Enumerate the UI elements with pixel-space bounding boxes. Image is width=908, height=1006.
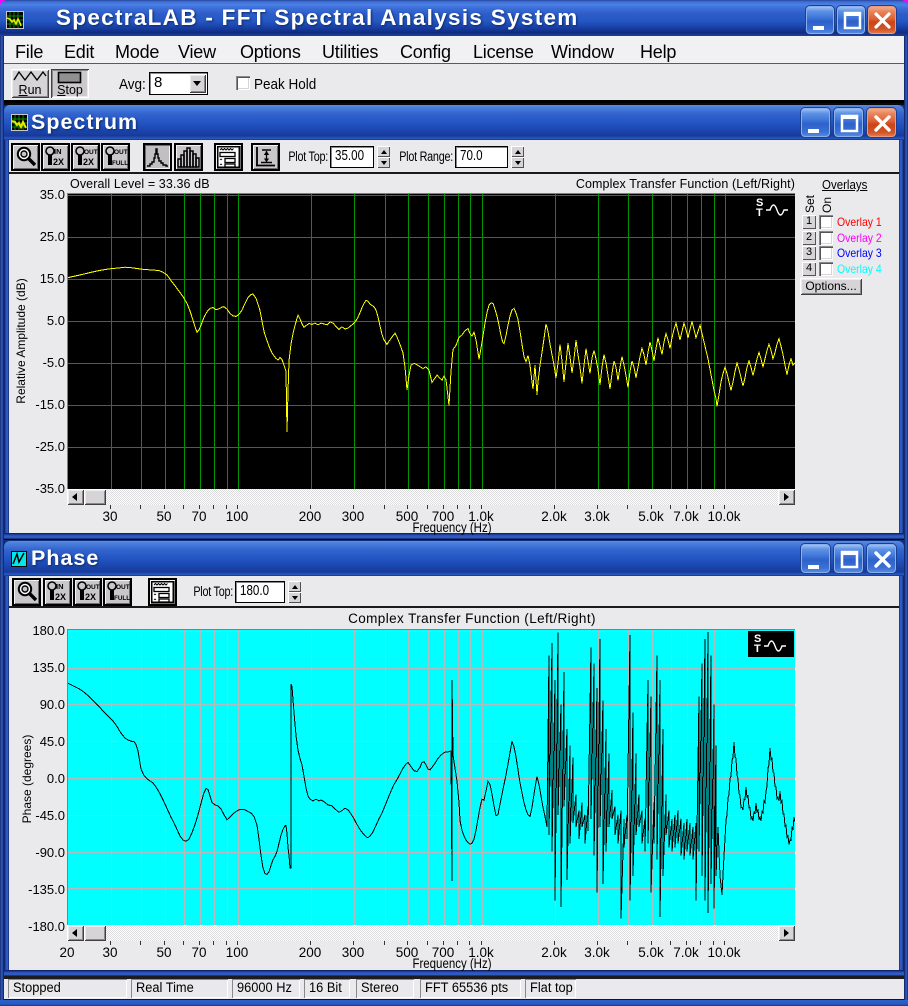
svg-text:FULL: FULL bbox=[114, 595, 130, 602]
svg-text:T: T bbox=[756, 207, 763, 219]
svg-text:FULL: FULL bbox=[112, 160, 128, 167]
svg-text:2X: 2X bbox=[53, 157, 64, 167]
svg-text:2X: 2X bbox=[83, 157, 94, 167]
svg-text:2X: 2X bbox=[85, 592, 96, 602]
svg-text:T: T bbox=[754, 643, 761, 655]
svg-text:OUT: OUT bbox=[86, 584, 100, 591]
svg-text:2X: 2X bbox=[55, 592, 66, 602]
svg-text:OUT: OUT bbox=[116, 584, 130, 591]
svg-text:OUT: OUT bbox=[84, 149, 98, 156]
svg-text:IN: IN bbox=[56, 582, 64, 591]
svg-text:OUT: OUT bbox=[114, 149, 128, 156]
svg-text:IN: IN bbox=[54, 147, 62, 156]
